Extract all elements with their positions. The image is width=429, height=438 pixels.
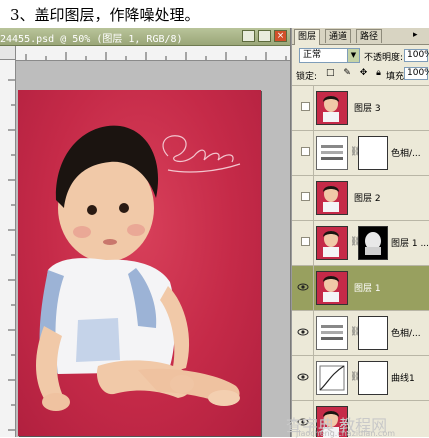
- maximize-button[interactable]: [258, 30, 271, 42]
- document-title: 24455.psd @ 50% (图层 1, RGB/8): [0, 34, 183, 45]
- tab-paths[interactable]: 路径: [356, 29, 383, 43]
- hue-saturation-adjustment-icon: [316, 316, 348, 350]
- panel-tabs: 图层 通道 路径 ▸: [292, 28, 429, 45]
- layer-name: 图层 1 ...: [391, 239, 429, 249]
- layer-row-selected[interactable]: 图层 1: [292, 265, 429, 311]
- document-title-bar[interactable]: 24455.psd @ 50% (图层 1, RGB/8) ×: [0, 28, 290, 46]
- tab-channels[interactable]: 通道: [325, 29, 352, 43]
- lock-icons[interactable]: □ ✎ ✥ 🔒︎: [326, 68, 384, 78]
- opacity-label: 不透明度:: [364, 53, 404, 63]
- layer-row[interactable]: 图层 2: [292, 175, 429, 221]
- layer-thumbnail: [316, 91, 348, 125]
- eye-icon[interactable]: [296, 280, 310, 294]
- layer-name: 色相/...: [391, 329, 421, 339]
- close-button[interactable]: ×: [274, 30, 287, 42]
- ruler-corner: [0, 46, 16, 60]
- lock-label: 锁定:: [296, 72, 318, 82]
- layer-name: 图层 2: [354, 194, 381, 204]
- blend-mode-select[interactable]: 正常 ▼: [299, 48, 360, 63]
- tab-layers[interactable]: 图层: [294, 29, 321, 45]
- layer-name: 图层 1: [354, 284, 381, 294]
- layers-panel: 图层 通道 路径 ▸ 正常 ▼ 不透明度: 100% 锁定: □ ✎ ✥ 🔒︎ …: [291, 28, 429, 437]
- tutorial-caption: 3、盖印图层，作降噪处理。: [10, 6, 200, 24]
- layer-mask-thumbnail: [358, 316, 388, 350]
- vertical-ruler: [0, 60, 16, 437]
- layer-row[interactable]: ⛓︎ 曲线1: [292, 355, 429, 401]
- blend-mode-value: 正常: [303, 50, 322, 60]
- layer-name: 曲线1: [391, 374, 415, 384]
- eye-icon[interactable]: [296, 325, 310, 339]
- chevron-down-icon: ▼: [347, 49, 359, 62]
- opacity-input[interactable]: 100%: [404, 49, 429, 62]
- visibility-toggle[interactable]: [301, 237, 310, 246]
- layer-thumbnail: [316, 271, 348, 305]
- baby-photo[interactable]: [18, 90, 261, 436]
- visibility-toggle[interactable]: [301, 192, 310, 201]
- layer-row[interactable]: ⛓︎ 色相/...: [292, 310, 429, 356]
- visibility-toggle[interactable]: [301, 147, 310, 156]
- layer-mask-thumbnail: [358, 226, 388, 260]
- layer-row[interactable]: ⛓︎ 图层 1 ...: [292, 220, 429, 266]
- hue-saturation-adjustment-icon: [316, 136, 348, 170]
- curves-adjustment-icon: [316, 361, 348, 395]
- horizontal-ruler: [16, 46, 290, 61]
- layer-mask-thumbnail: [358, 136, 388, 170]
- layer-thumbnail: [316, 181, 348, 215]
- panel-menu-icon[interactable]: ▸: [413, 30, 418, 40]
- layer-row[interactable]: ⛓︎ 色相/...: [292, 130, 429, 176]
- layer-thumbnail: [316, 226, 348, 260]
- layer-name: 色相/...: [391, 149, 421, 159]
- fill-input[interactable]: 100%: [404, 67, 429, 80]
- layer-name: 图层 3: [354, 104, 381, 114]
- eye-icon[interactable]: [296, 370, 310, 384]
- minimize-button[interactable]: [242, 30, 255, 42]
- visibility-toggle[interactable]: [301, 102, 310, 111]
- layer-row[interactable]: 图层 3: [292, 85, 429, 131]
- document-window: 24455.psd @ 50% (图层 1, RGB/8) ×: [0, 28, 291, 437]
- layer-mask-thumbnail: [358, 361, 388, 395]
